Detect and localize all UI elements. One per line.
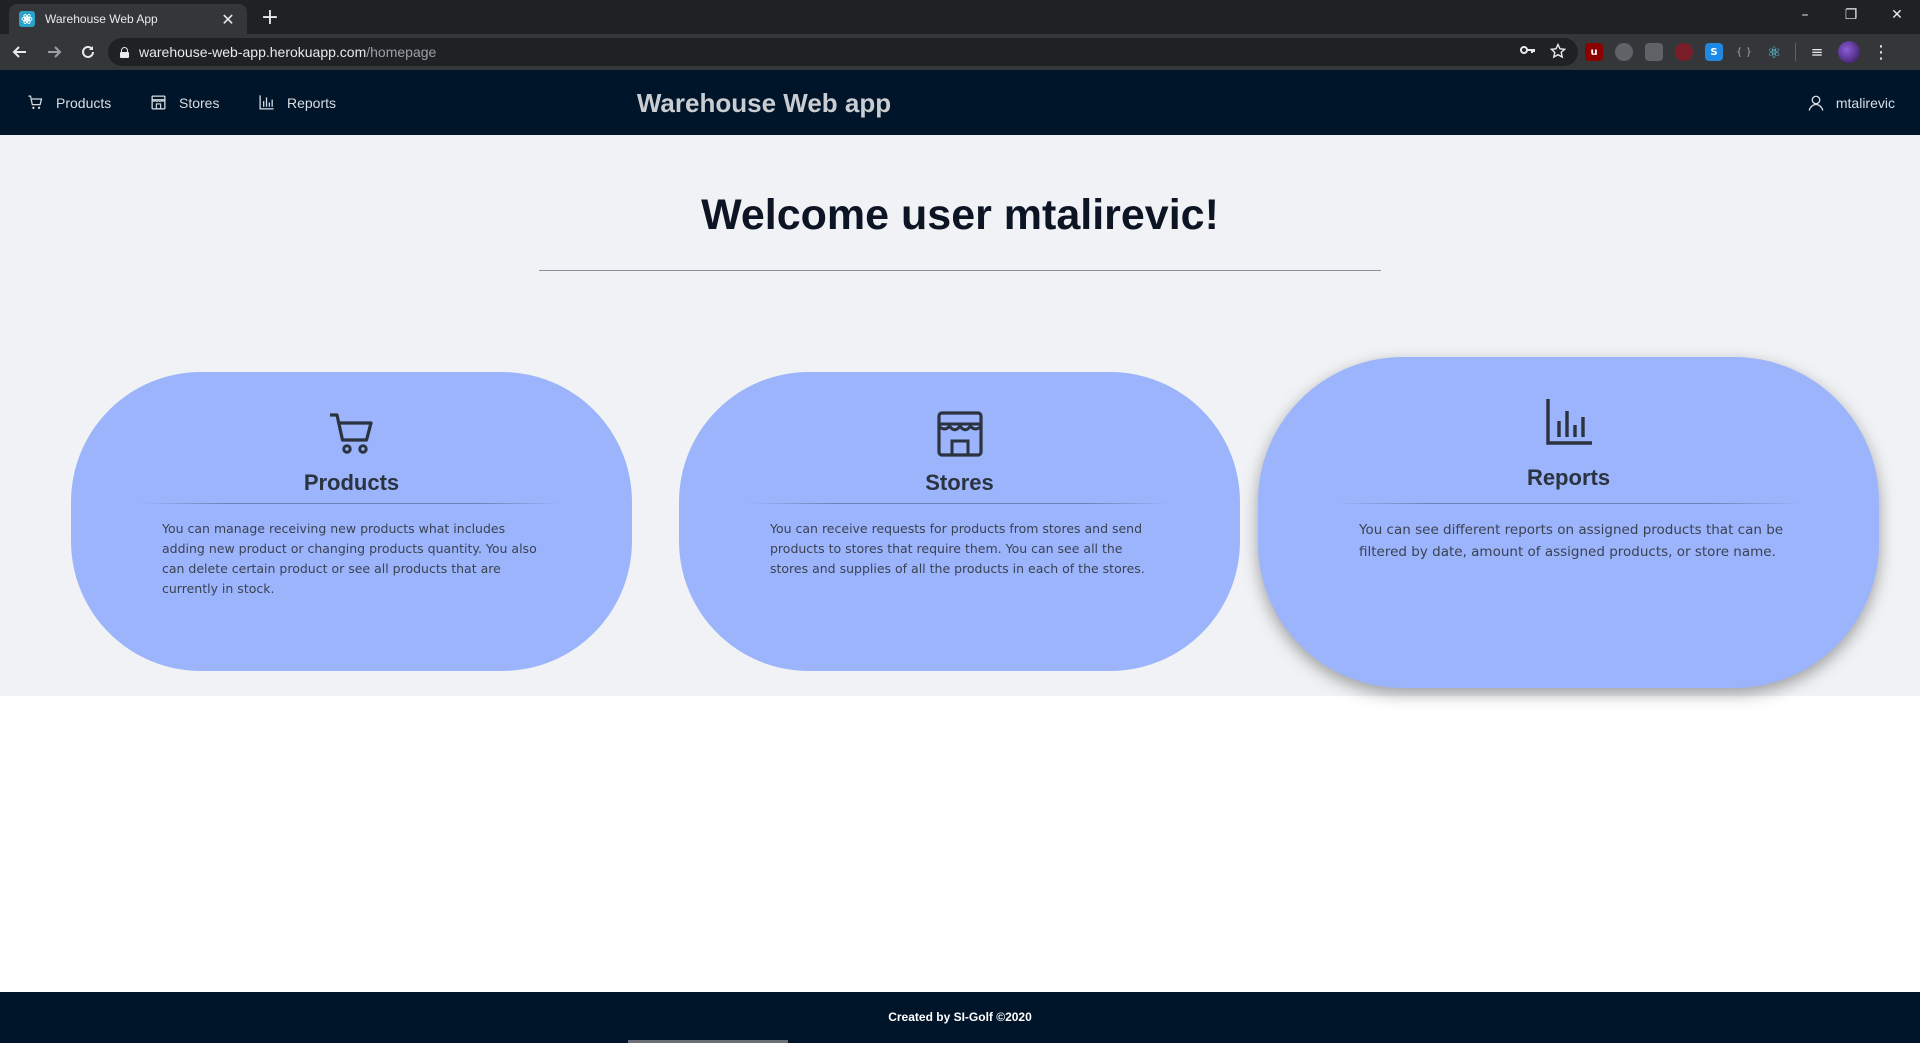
new-tab-button[interactable]: + (256, 5, 284, 33)
profile-avatar[interactable] (1838, 41, 1860, 63)
forward-arrow-icon (48, 46, 62, 58)
restore-button[interactable]: ❐ (1828, 0, 1874, 30)
toolbar-divider (1795, 43, 1796, 61)
forward-button[interactable] (40, 38, 68, 66)
card-divider (141, 503, 562, 504)
url-host: warehouse-web-app.herokuapp.com (139, 44, 367, 60)
app-favicon-icon (19, 11, 35, 27)
nav-item-reports[interactable]: Reports (258, 70, 336, 135)
lock-icon (120, 46, 129, 58)
user-menu[interactable]: mtalirevic (1807, 70, 1895, 135)
card-description: You can receive requests for products fr… (770, 521, 1145, 576)
browser-toolbar: warehouse-web-app.herokuapp.com /homepag… (0, 34, 1920, 70)
app-brand-title: Warehouse Web app (636, 88, 892, 118)
nav-item-stores[interactable]: Stores (150, 70, 219, 135)
main-content: Welcome user mtalirevic! Products You ca… (0, 135, 1920, 696)
key-icon[interactable] (1520, 43, 1536, 57)
user-icon (1808, 95, 1824, 111)
url-path: /homepage (366, 44, 437, 60)
card-title: Reports (1526, 465, 1611, 490)
reports-card[interactable]: Reports You can see different reports on… (1258, 357, 1879, 688)
extension-icon[interactable] (1675, 43, 1693, 61)
nav-item-label: Reports (287, 94, 337, 111)
code-extension-icon[interactable]: { } (1735, 43, 1753, 61)
media-control-icon[interactable]: ≡ (1808, 43, 1826, 61)
extension-icon[interactable] (1645, 43, 1663, 61)
back-button[interactable] (6, 38, 34, 66)
nav-item-label: Stores (179, 94, 220, 111)
cart-icon (327, 409, 377, 459)
star-icon[interactable] (1550, 43, 1566, 59)
shop-icon (151, 95, 166, 110)
bar-chart-icon (259, 95, 274, 110)
extensions-bar: u S { } ⚛ ≡ ⋮ (1585, 38, 1890, 66)
footer: Created by SI-Golf ©2020 (0, 992, 1920, 1043)
extension-icon[interactable] (1615, 43, 1633, 61)
card-description: You can manage receiving new products wh… (162, 521, 537, 596)
card-title: Stores (925, 470, 994, 495)
products-card[interactable]: Products You can manage receiving new pr… (71, 372, 632, 671)
card-divider (749, 503, 1170, 504)
cart-icon (28, 95, 43, 109)
back-arrow-icon (12, 46, 26, 58)
username: mtalirevic (1835, 94, 1895, 111)
minimize-button[interactable]: – (1782, 0, 1828, 30)
browser-menu-icon[interactable]: ⋮ (1872, 42, 1890, 63)
card-title: Products (303, 470, 400, 495)
app-navbar: Products Stores Reports Warehouse Web ap… (0, 70, 1920, 135)
footer-credits: Created by SI-Golf ©2020 (888, 1010, 1032, 1024)
welcome-heading: Welcome user mtalirevic! (701, 191, 1219, 239)
address-bar[interactable]: warehouse-web-app.herokuapp.com /homepag… (108, 38, 1578, 66)
browser-tab-bar: Warehouse Web App ✕ + – ❐ ✕ (0, 0, 1920, 34)
card-divider (1336, 503, 1801, 504)
ublock-extension-icon[interactable]: u (1585, 43, 1603, 61)
bar-chart-icon (1544, 397, 1594, 447)
stores-card[interactable]: Stores You can receive requests for prod… (679, 372, 1240, 671)
extension-icon[interactable]: S (1705, 43, 1723, 61)
tab-close-icon[interactable]: ✕ (219, 10, 237, 29)
nav-item-products[interactable]: Products (27, 70, 111, 135)
heading-divider (539, 270, 1381, 271)
browser-tab[interactable]: Warehouse Web App ✕ (9, 4, 247, 34)
nav-item-label: Products (56, 94, 112, 111)
react-extension-icon[interactable]: ⚛ (1765, 43, 1783, 62)
shop-icon (935, 409, 985, 459)
tab-title: Warehouse Web App (45, 12, 158, 26)
reload-button[interactable] (74, 38, 102, 66)
reload-icon (82, 45, 94, 58)
window-controls: – ❐ ✕ (1782, 0, 1920, 30)
close-window-button[interactable]: ✕ (1874, 0, 1920, 30)
card-description: You can see different reports on assigne… (1359, 522, 1784, 560)
